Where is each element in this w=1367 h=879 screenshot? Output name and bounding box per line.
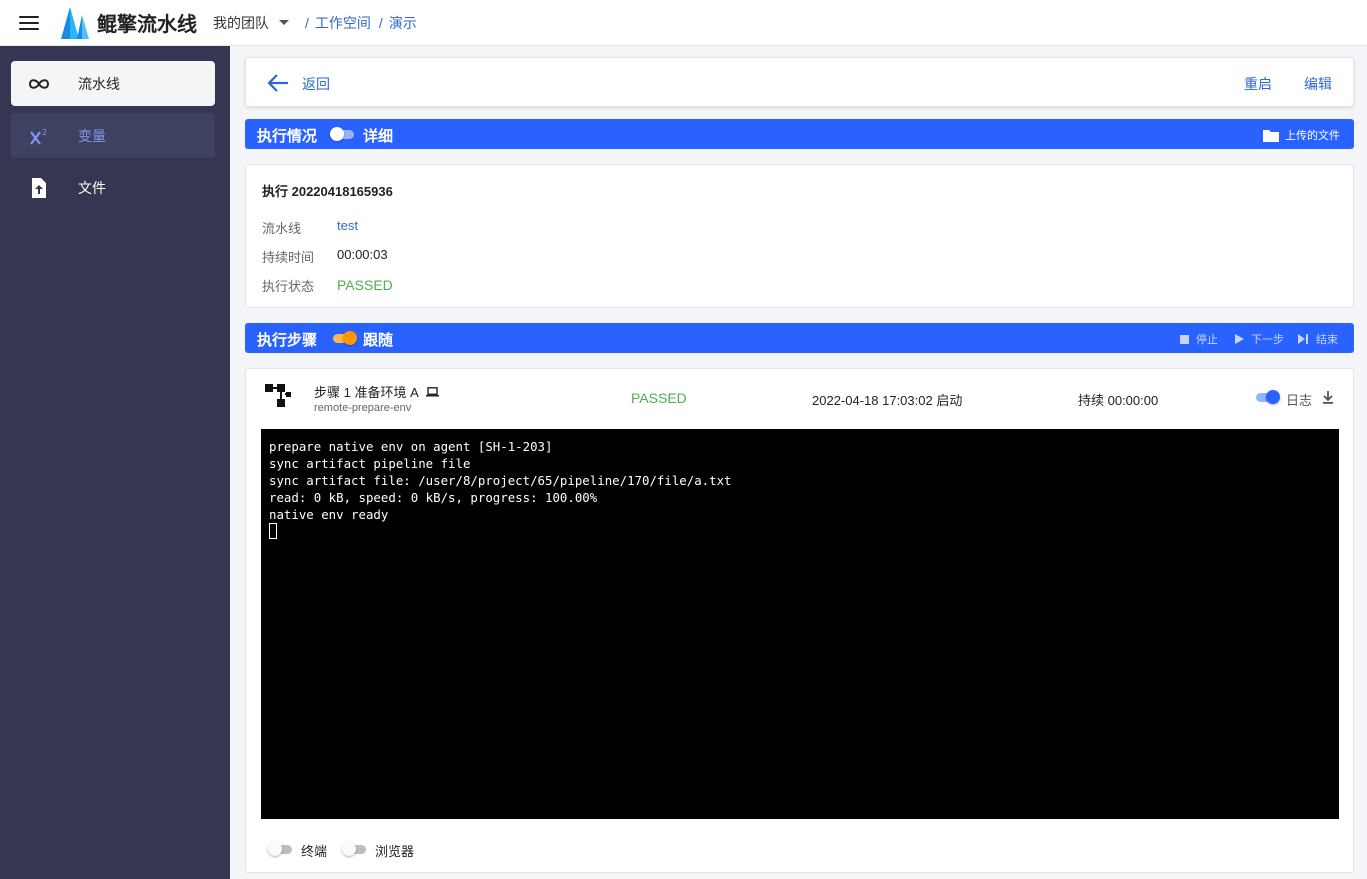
stop-button[interactable]: 停止 — [1180, 331, 1218, 347]
sidebar-item-files[interactable]: 文件 — [11, 165, 215, 210]
arrow-left-icon[interactable] — [266, 72, 290, 94]
detail-toggle-label: 详细 — [363, 128, 394, 145]
app-logo — [61, 6, 89, 39]
step-name-text: 步骤 1 准备环境 A — [314, 385, 419, 400]
browser-toggle-label: 浏览器 — [375, 844, 415, 859]
detail-toggle[interactable] — [330, 127, 356, 141]
folder-icon — [1263, 129, 1279, 142]
pipeline-link[interactable]: test — [337, 218, 358, 233]
sidebar-item-label: 变量 — [78, 127, 106, 144]
execution-info-card: 执行 20220418165936 流水线 test 持续时间 00:00:03… — [245, 164, 1354, 308]
log-line: sync artifact file: /user/8/project/65/p… — [269, 473, 732, 488]
execution-title: 执行 20220418165936 — [262, 184, 393, 199]
laptop-icon — [425, 386, 439, 396]
status-value: PASSED — [337, 277, 393, 293]
sidebar: 流水线 2 变量 文件 — [0, 46, 230, 879]
play-icon — [1235, 334, 1244, 344]
superscript-icon: 2 — [27, 124, 51, 148]
next-step-label: 下一步 — [1251, 334, 1284, 346]
restart-button[interactable]: 重启 — [1244, 74, 1272, 94]
step-status-badge: PASSED — [631, 390, 687, 406]
team-selector[interactable]: 我的团队 — [213, 13, 269, 33]
pipeline-label: 流水线 — [262, 221, 302, 236]
uploaded-files-button[interactable]: 上传的文件 — [1263, 127, 1340, 143]
file-upload-icon — [27, 176, 51, 200]
log-line: prepare native env on agent [SH-1-203] — [269, 439, 553, 454]
sidebar-item-label: 流水线 — [78, 75, 120, 92]
browser-toggle[interactable] — [342, 842, 368, 856]
steps-section-bar: 执行步骤 跟随 停止 下一步 结束 — [245, 323, 1354, 353]
terminal-cursor — [269, 523, 277, 539]
log-line: read: 0 kB, speed: 0 kB/s, progress: 100… — [269, 490, 598, 505]
duration-label: 持续时间 — [262, 250, 315, 265]
sidebar-item-pipeline[interactable]: 流水线 — [11, 61, 215, 106]
log-terminal[interactable]: prepare native env on agent [SH-1-203] s… — [261, 429, 1339, 819]
terminal-toggle-label: 终端 — [301, 844, 328, 859]
menu-icon[interactable] — [19, 15, 39, 30]
stop-label: 停止 — [1196, 334, 1218, 346]
execution-section-bar: 执行情况 详细 上传的文件 — [245, 119, 1354, 149]
step-duration: 持续 00:00:00 — [1078, 393, 1159, 408]
next-step-button[interactable]: 下一步 — [1235, 331, 1284, 347]
log-toggle[interactable] — [1254, 390, 1280, 404]
breadcrumb-project[interactable]: 演示 — [389, 13, 417, 33]
step-name: 步骤 1 准备环境 A — [314, 382, 439, 401]
header-card: 返回 重启 编辑 — [245, 57, 1354, 107]
skip-end-icon — [1298, 334, 1308, 344]
sidebar-item-variables[interactable]: 2 变量 — [11, 113, 215, 158]
svg-text:2: 2 — [42, 128, 47, 137]
end-button[interactable]: 结束 — [1298, 331, 1338, 347]
stop-icon — [1180, 334, 1189, 344]
status-label: 执行状态 — [262, 279, 315, 294]
steps-section-title: 执行步骤 — [257, 332, 318, 349]
infinity-icon — [27, 72, 51, 96]
duration-value: 00:00:03 — [337, 247, 388, 262]
log-line: native env ready — [269, 507, 389, 522]
follow-toggle-label: 跟随 — [363, 332, 394, 349]
step-type-icon — [265, 384, 291, 407]
edit-button[interactable]: 编辑 — [1304, 74, 1332, 94]
execution-section-title: 执行情况 — [257, 128, 318, 145]
breadcrumb-workspace[interactable]: 工作空间 — [315, 13, 371, 33]
top-app-bar: 鲲擎流水线 我的团队 / 工作空间 / 演示 — [0, 0, 1367, 46]
breadcrumb-separator: / — [378, 14, 383, 31]
terminal-toggle[interactable] — [268, 842, 294, 856]
follow-toggle[interactable] — [331, 331, 357, 345]
breadcrumb-separator: / — [305, 14, 309, 31]
step-card: 步骤 1 准备环境 A remote-prepare-env PASSED 20… — [245, 368, 1354, 873]
chevron-down-icon[interactable] — [279, 20, 289, 25]
download-icon[interactable] — [1321, 389, 1335, 405]
app-title: 鲲擎流水线 — [97, 14, 197, 36]
log-line: sync artifact pipeline file — [269, 456, 471, 471]
log-toggle-label: 日志 — [1286, 393, 1313, 408]
uploaded-files-label: 上传的文件 — [1285, 130, 1340, 142]
sidebar-item-label: 文件 — [78, 179, 106, 196]
step-start-time: 2022-04-18 17:03:02 启动 — [812, 393, 963, 408]
end-label: 结束 — [1316, 334, 1338, 346]
back-button[interactable]: 返回 — [302, 74, 330, 94]
step-subtitle: remote-prepare-env — [314, 402, 412, 414]
